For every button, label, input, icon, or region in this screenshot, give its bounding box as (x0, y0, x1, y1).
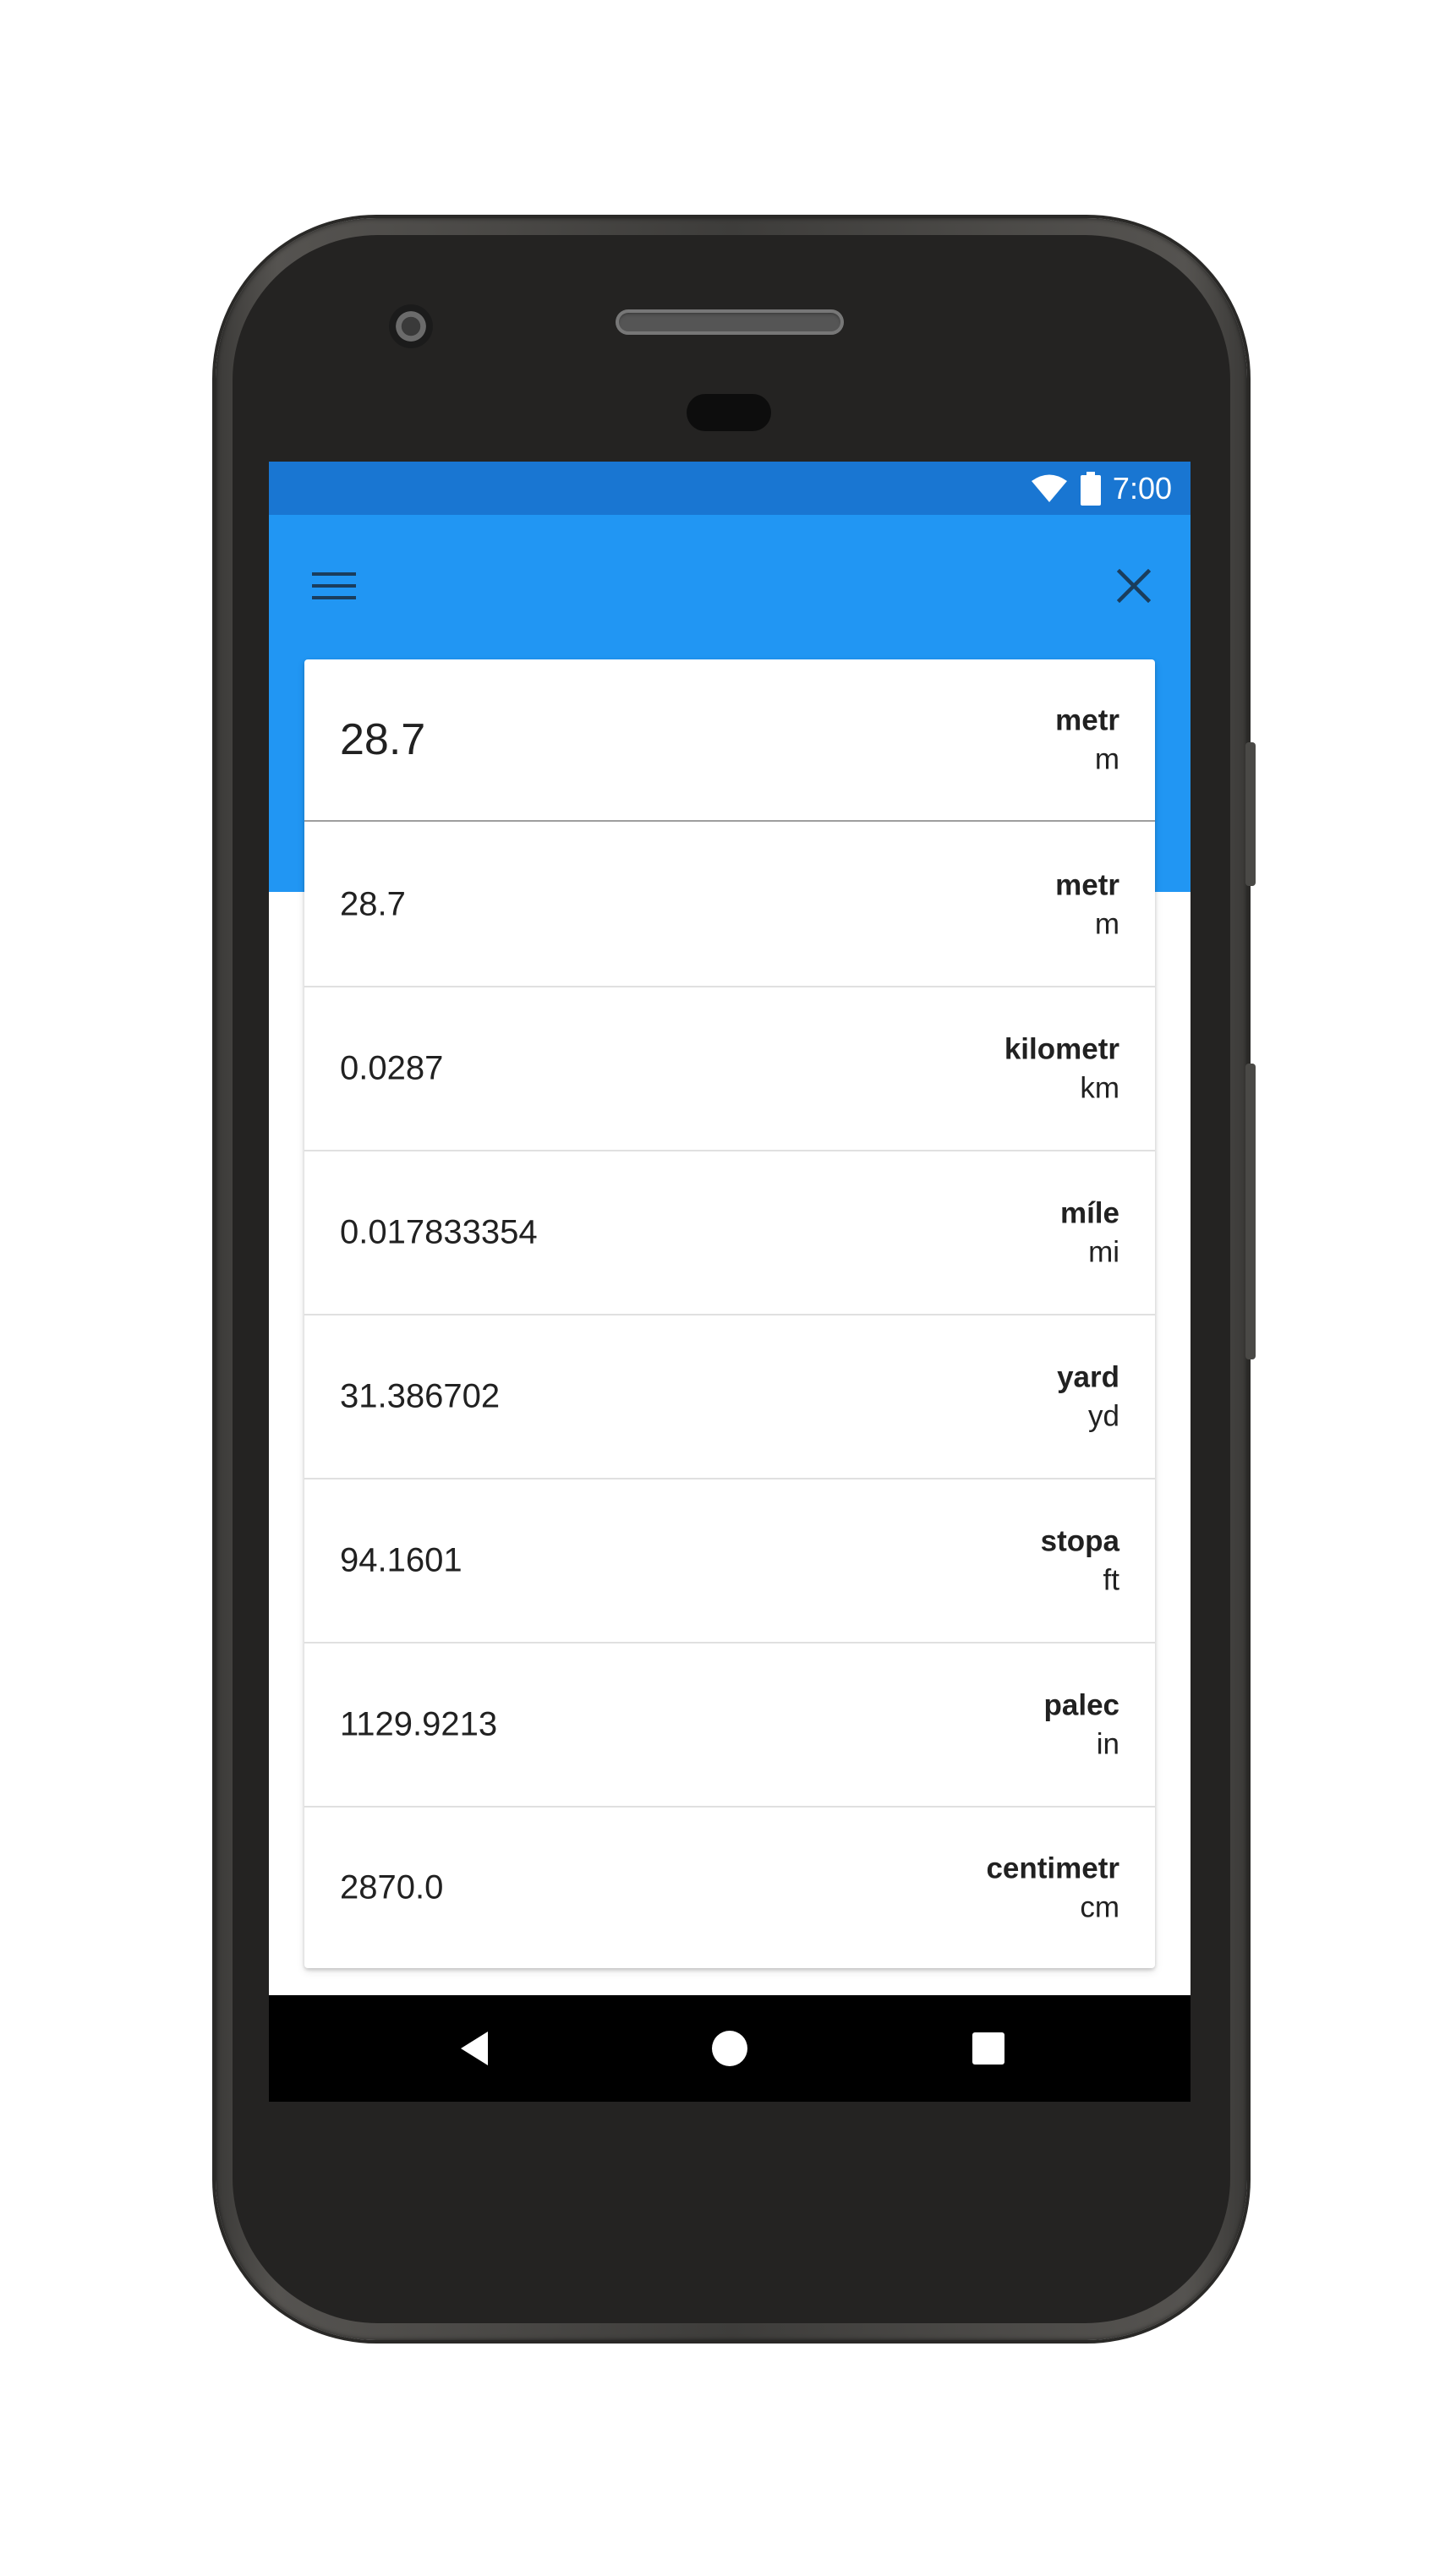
close-button[interactable] (1087, 515, 1180, 657)
input-unit-name: metr (1055, 703, 1119, 737)
result-unit: centimetr cm (986, 1850, 1119, 1927)
result-value: 28.7 (340, 885, 406, 923)
result-row[interactable]: 31.386702 yard yd (304, 1315, 1155, 1479)
input-unit-symbol: m (1094, 742, 1119, 775)
power-button (1245, 742, 1256, 886)
result-unit-name: míle (1059, 1196, 1119, 1230)
home-icon (712, 2031, 747, 2066)
back-icon (461, 2032, 488, 2065)
input-unit[interactable]: metr m (1055, 702, 1119, 779)
result-unit-symbol: ft (1103, 1563, 1119, 1596)
home-button[interactable] (666, 1995, 793, 2102)
earpiece-speaker (616, 309, 844, 335)
result-unit-symbol: cm (1080, 1890, 1119, 1923)
wifi-icon (1031, 474, 1067, 502)
input-value[interactable]: 28.7 (340, 714, 425, 765)
result-value: 94.1601 (340, 1541, 463, 1579)
battery-icon (1080, 471, 1101, 506)
result-value: 1129.9213 (340, 1705, 498, 1743)
phone-screen: 7:00 28.7 metr m 28.7 metr m 0.0287 kilo… (269, 462, 1191, 2102)
result-unit-name: yard (1057, 1360, 1119, 1394)
result-unit: stopa ft (1041, 1523, 1119, 1600)
result-unit-symbol: yd (1088, 1399, 1119, 1432)
result-unit: kilometr km (1004, 1031, 1119, 1108)
recents-icon (972, 2032, 1004, 2065)
result-unit-symbol: km (1080, 1071, 1119, 1104)
navigation-bar (269, 1995, 1191, 2102)
result-unit-symbol: m (1094, 907, 1119, 940)
result-unit-name: stopa (1040, 1524, 1119, 1558)
volume-button (1245, 1064, 1256, 1359)
menu-button[interactable] (287, 515, 380, 657)
result-value: 31.386702 (340, 1377, 501, 1415)
input-row[interactable]: 28.7 metr m (304, 659, 1155, 822)
result-unit-name: kilometr (1004, 1032, 1119, 1066)
result-unit: metr m (1055, 867, 1119, 943)
front-camera (389, 304, 433, 348)
result-row[interactable]: 0.017833354 míle mi (304, 1151, 1155, 1315)
result-unit-name: centimetr (986, 1851, 1119, 1885)
result-value: 2870.0 (340, 1868, 444, 1906)
conversion-card: 28.7 metr m 28.7 metr m 0.0287 kilometr … (304, 659, 1155, 1968)
result-unit-symbol: in (1096, 1727, 1119, 1760)
close-icon (1117, 569, 1151, 603)
result-value: 0.017833354 (340, 1213, 538, 1251)
result-value: 0.0287 (340, 1049, 444, 1087)
result-row[interactable]: 2870.0 centimetr cm (304, 1808, 1155, 1968)
result-unit-name: palec (1043, 1688, 1120, 1722)
app-bar (269, 515, 1191, 657)
result-unit-name: metr (1055, 868, 1119, 902)
result-unit: míle mi (1060, 1195, 1119, 1272)
result-row[interactable]: 94.1601 stopa ft (304, 1479, 1155, 1643)
menu-icon (312, 572, 356, 599)
result-row[interactable]: 28.7 metr m (304, 823, 1155, 987)
result-unit-symbol: mi (1088, 1235, 1119, 1268)
result-unit: yard yd (1057, 1359, 1119, 1436)
recents-button[interactable] (925, 1995, 1052, 2102)
status-bar: 7:00 (269, 462, 1191, 515)
back-button[interactable] (411, 1995, 538, 2102)
result-row[interactable]: 0.0287 kilometr km (304, 987, 1155, 1151)
status-time: 7:00 (1112, 470, 1172, 506)
result-row[interactable]: 1129.9213 palec in (304, 1643, 1155, 1808)
proximity-sensor (687, 394, 771, 431)
result-unit: palec in (1044, 1687, 1120, 1764)
